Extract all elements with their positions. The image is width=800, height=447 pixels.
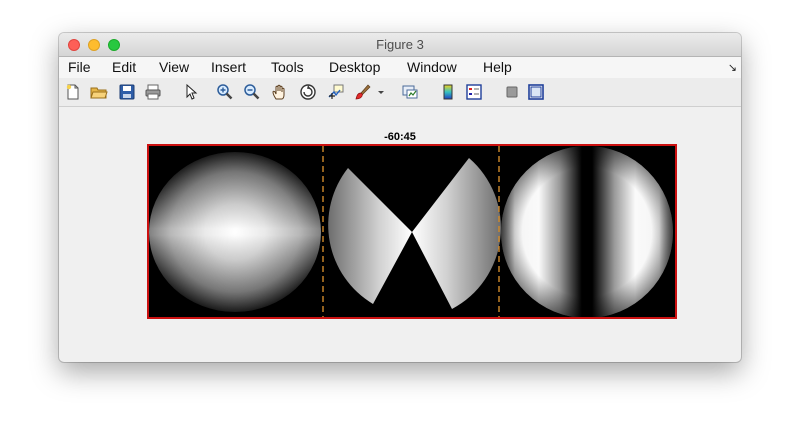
legend-icon[interactable] (465, 83, 483, 101)
save-icon[interactable] (118, 83, 136, 101)
menu-help[interactable]: Help (483, 59, 512, 75)
zoom-out-icon[interactable] (243, 83, 261, 101)
show-plot-tools-icon[interactable] (527, 83, 545, 101)
menu-edit[interactable]: Edit (112, 59, 136, 75)
menu-insert[interactable]: Insert (211, 59, 246, 75)
panel-radial-ellipse (149, 152, 321, 312)
plot-title: -60:45 (384, 131, 416, 143)
menu-window[interactable]: Window (407, 59, 457, 75)
menu-bar: File Edit View Insert Tools Desktop Wind… (59, 57, 741, 78)
dropdown-arrow-icon[interactable] (377, 83, 385, 101)
dock-arrow-icon[interactable]: ↘ (728, 61, 737, 74)
hide-plot-tools-icon[interactable] (503, 83, 521, 101)
image-axes[interactable] (147, 144, 677, 319)
brush-icon[interactable] (353, 83, 371, 101)
figure-window: Figure 3 File Edit View Insert Tools Des… (59, 33, 741, 362)
colorbar-icon[interactable] (439, 83, 457, 101)
data-cursor-icon[interactable] (327, 83, 345, 101)
print-icon[interactable] (144, 83, 162, 101)
menu-view[interactable]: View (159, 59, 189, 75)
menu-desktop[interactable]: Desktop (329, 59, 380, 75)
title-bar: Figure 3 (59, 33, 741, 57)
panel-bowtie-wedges (328, 158, 501, 309)
panel-striped-disk (501, 146, 673, 317)
open-file-icon[interactable] (90, 83, 108, 101)
figure-toolbar (59, 78, 741, 107)
link-plot-icon[interactable] (401, 83, 419, 101)
new-figure-icon[interactable] (64, 83, 82, 101)
zoom-in-icon[interactable] (216, 83, 234, 101)
pointer-icon[interactable] (182, 83, 200, 101)
pan-hand-icon[interactable] (271, 83, 289, 101)
menu-file[interactable]: File (68, 59, 91, 75)
rotate-3d-icon[interactable] (299, 83, 317, 101)
window-title: Figure 3 (376, 37, 424, 52)
menu-tools[interactable]: Tools (271, 59, 304, 75)
